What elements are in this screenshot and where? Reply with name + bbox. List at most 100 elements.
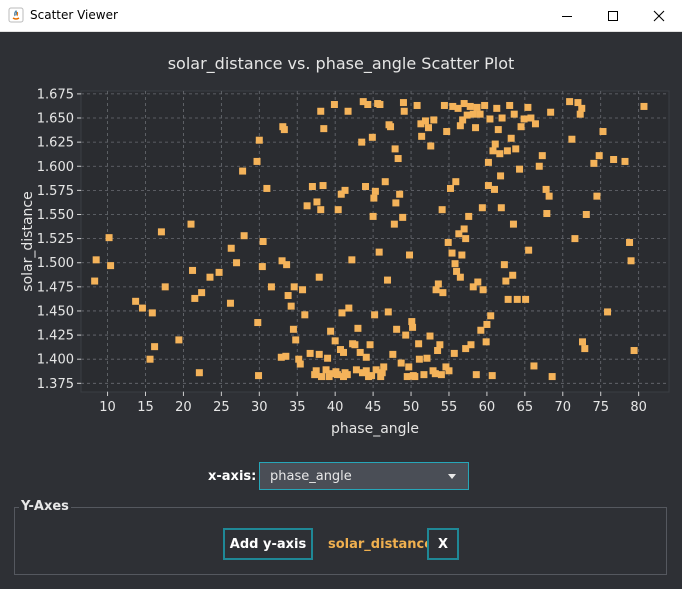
data-point — [132, 297, 140, 305]
data-point — [369, 212, 377, 220]
data-point — [324, 354, 332, 362]
x-axis-label: x-axis: — [208, 469, 257, 484]
data-point — [626, 238, 634, 246]
data-point — [489, 147, 497, 155]
y-tick-label: 1.600 — [37, 160, 74, 175]
data-point — [488, 372, 496, 380]
data-point — [317, 206, 325, 214]
data-point — [397, 359, 405, 367]
data-point — [390, 220, 398, 228]
data-point — [157, 228, 165, 236]
data-point — [384, 276, 392, 284]
data-point — [462, 235, 470, 243]
scatter-chart: 1.375 1.400 1.425 1.450 1.475 1.500 1.525 1.550… — [20, 87, 670, 437]
data-point — [473, 103, 481, 111]
data-point — [497, 172, 505, 180]
data-point — [627, 257, 635, 265]
data-point — [399, 213, 407, 221]
data-point — [322, 366, 330, 374]
data-point — [409, 323, 417, 331]
title-bar[interactable]: Scatter Viewer — [0, 0, 682, 32]
data-point — [233, 259, 241, 267]
data-point — [405, 363, 413, 371]
data-point — [161, 283, 169, 291]
data-point — [282, 352, 290, 360]
app-window: Scatter Viewer solar_distance vs. phase_… — [0, 0, 682, 589]
data-point — [498, 114, 506, 122]
data-point — [497, 204, 505, 212]
data-point — [396, 190, 404, 198]
data-point — [333, 371, 341, 379]
data-point — [105, 234, 113, 242]
data-point — [175, 336, 183, 344]
data-point — [91, 277, 99, 285]
data-point — [482, 338, 490, 346]
data-point — [481, 101, 489, 109]
data-point — [547, 108, 555, 116]
data-point — [399, 99, 407, 107]
java-app-icon — [8, 7, 24, 23]
data-point — [599, 128, 607, 136]
data-point — [366, 341, 374, 349]
data-point — [340, 348, 348, 356]
data-point — [640, 102, 648, 110]
data-point — [426, 332, 434, 340]
data-point — [330, 101, 338, 109]
add-y-axis-button[interactable]: Add y-axis — [223, 528, 313, 560]
data-point — [440, 101, 448, 109]
data-point — [568, 135, 576, 143]
maximize-icon — [608, 10, 618, 21]
data-point — [463, 111, 471, 119]
minimize-button[interactable] — [544, 0, 590, 31]
data-point — [331, 337, 339, 345]
data-point — [189, 266, 197, 274]
data-point — [287, 302, 295, 310]
data-point — [267, 283, 275, 291]
window-title: Scatter Viewer — [30, 8, 118, 22]
data-point — [437, 371, 445, 379]
data-point — [362, 353, 370, 361]
data-point — [227, 244, 235, 252]
data-point — [621, 157, 629, 165]
data-point — [344, 107, 352, 115]
data-point — [590, 159, 598, 167]
x-tick-label: 10 — [99, 400, 116, 415]
data-point — [259, 238, 267, 245]
y-tick-label: 1.525 — [37, 232, 74, 247]
y-series-name: solar_distance — [328, 537, 434, 552]
data-point — [548, 373, 556, 381]
y-tick-label: 1.450 — [37, 304, 74, 319]
data-point — [206, 273, 214, 281]
data-point — [542, 185, 550, 193]
x-tick-label: 75 — [592, 400, 609, 415]
y-tick-label: 1.425 — [37, 329, 74, 344]
data-point — [284, 292, 292, 300]
x-axis-title: phase_angle — [331, 421, 419, 437]
data-point — [148, 309, 156, 317]
data-point — [445, 367, 453, 375]
close-window-button[interactable] — [636, 0, 682, 31]
data-point — [255, 136, 263, 144]
data-point — [239, 167, 247, 175]
x-tick-label: 40 — [327, 400, 344, 415]
data-point — [507, 134, 515, 142]
data-point — [263, 184, 271, 192]
data-point — [303, 202, 311, 210]
data-point — [509, 271, 517, 279]
data-point — [451, 260, 459, 268]
remove-y-axis-button[interactable]: X — [427, 528, 459, 560]
data-point — [538, 152, 546, 160]
data-point — [472, 371, 480, 379]
data-point — [610, 155, 618, 163]
x-axis-dropdown[interactable]: phase_angle — [259, 462, 469, 490]
data-point — [343, 371, 351, 379]
data-point — [362, 183, 370, 191]
close-icon — [653, 10, 665, 21]
data-point — [289, 325, 297, 333]
data-point — [512, 145, 520, 153]
x-tick-label: 15 — [137, 400, 154, 415]
data-point — [420, 371, 428, 379]
x-tick-label: 35 — [289, 400, 306, 415]
y-tick-label: 1.575 — [37, 184, 74, 199]
maximize-button[interactable] — [590, 0, 636, 31]
